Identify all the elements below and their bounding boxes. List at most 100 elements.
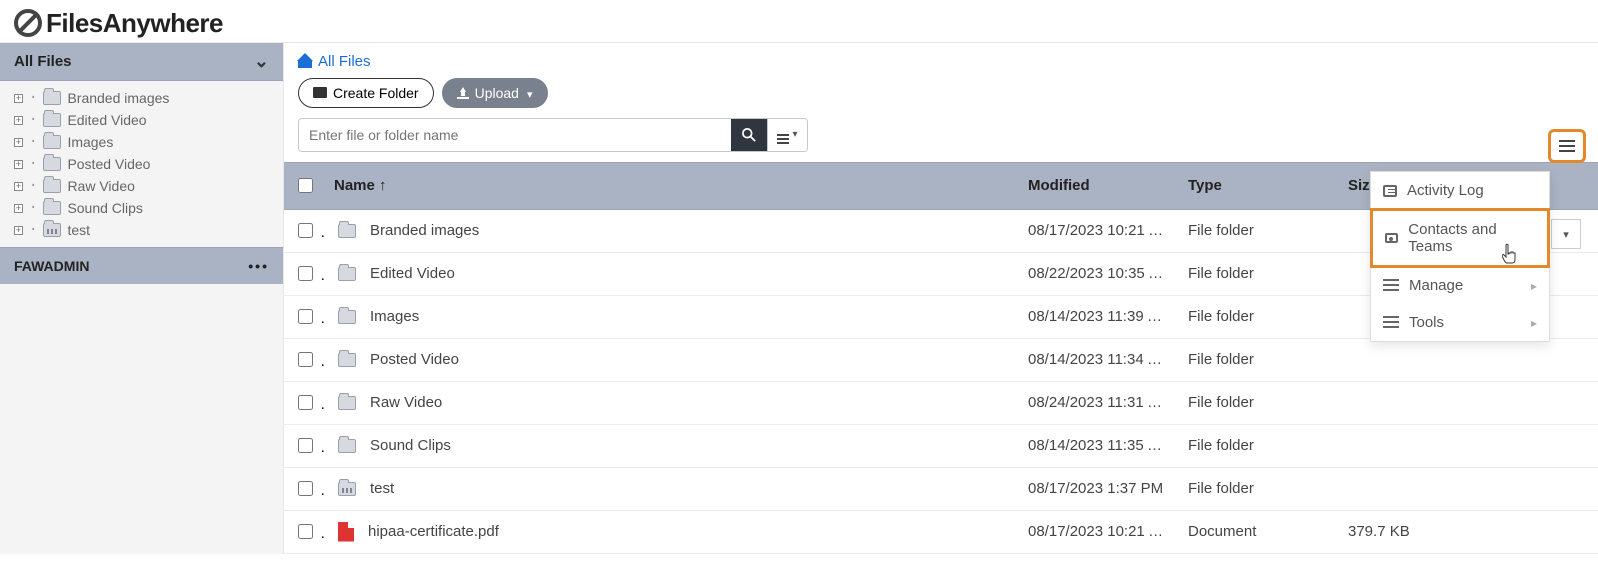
row-checkbox[interactable] <box>298 524 313 539</box>
more-icon[interactable]: ••• <box>248 258 269 274</box>
expand-icon[interactable]: + <box>14 116 23 125</box>
file-modified: 08/17/2023 10:21 AM <box>1018 510 1178 553</box>
tree-item[interactable]: +·Sound Clips <box>6 197 283 219</box>
expand-icon[interactable]: + <box>14 138 23 147</box>
row-checkbox[interactable] <box>298 309 313 324</box>
menu-dropdown: Activity Log Contacts and Teams Manage ▸… <box>1370 171 1550 342</box>
folder-icon <box>43 91 61 105</box>
table-row[interactable]: hipaa-certificate.pdf 08/17/2023 10:21 AM… <box>284 510 1598 553</box>
columns-dropdown-button[interactable]: ▾ <box>1551 219 1581 249</box>
file-modified: 08/22/2023 10:35 AM <box>1018 252 1178 295</box>
tree-item[interactable]: +·Posted Video <box>6 153 283 175</box>
col-name-label: Name <box>334 177 375 194</box>
select-all-checkbox[interactable] <box>298 178 313 193</box>
upload-button[interactable]: Upload <box>442 78 548 108</box>
column-modified-header[interactable]: Modified <box>1018 162 1178 209</box>
sidebar-admin[interactable]: FAWADMIN ••• <box>0 247 283 284</box>
list-icon <box>1383 279 1399 293</box>
tree-item-label: Posted Video <box>67 156 150 172</box>
tree-item[interactable]: +·Branded images <box>6 87 283 109</box>
folder-icon <box>338 353 356 367</box>
row-checkbox[interactable] <box>298 438 313 453</box>
file-size <box>1338 338 1598 381</box>
brand-logo: FilesAnywhere <box>14 8 223 39</box>
expand-icon[interactable]: + <box>14 226 23 235</box>
select-all-header[interactable] <box>284 162 324 209</box>
file-size: 379.7 KB <box>1338 510 1598 553</box>
tree-item-label: Edited Video <box>67 112 146 128</box>
app-header: FilesAnywhere <box>0 0 1598 42</box>
submenu-arrow-icon: ▸ <box>1531 279 1537 293</box>
file-modified: 08/24/2023 11:31 AM <box>1018 381 1178 424</box>
tree-connector: · <box>29 90 37 106</box>
folder-icon <box>43 135 61 149</box>
main-panel: All Files Create Folder Upload <box>283 43 1598 554</box>
filter-button[interactable]: ▾ <box>767 119 807 151</box>
row-checkbox[interactable] <box>298 223 313 238</box>
file-size <box>1338 467 1598 510</box>
table-row[interactable]: test 08/17/2023 1:37 PMFile folder <box>284 467 1598 510</box>
table-row[interactable]: Raw Video08/24/2023 11:31 AMFile folder <box>284 381 1598 424</box>
caret-down-icon <box>525 85 533 101</box>
tree-item-label: Raw Video <box>67 178 134 194</box>
sort-asc-icon: ↑ <box>379 177 387 194</box>
expand-icon[interactable]: + <box>14 160 23 169</box>
tree-item[interactable]: +·test <box>6 219 283 241</box>
search-row: ▾ <box>284 118 1598 162</box>
menu-contacts-teams[interactable]: Contacts and Teams <box>1370 208 1550 268</box>
tree-item[interactable]: + · Images <box>6 131 283 153</box>
folder-icon <box>338 396 356 410</box>
file-modified: 08/17/2023 10:21 AM <box>1018 209 1178 252</box>
file-name: test <box>370 480 394 497</box>
folder-icon <box>338 224 356 238</box>
file-modified: 08/17/2023 1:37 PM <box>1018 467 1178 510</box>
row-checkbox[interactable] <box>298 266 313 281</box>
file-type: File folder <box>1178 295 1338 338</box>
tree-item[interactable]: +·Edited Video <box>6 109 283 131</box>
row-checkbox[interactable] <box>298 481 313 496</box>
expand-icon[interactable]: + <box>14 204 23 213</box>
tree-item-label: Images <box>67 134 113 150</box>
file-name: Images <box>370 308 419 325</box>
search-button[interactable] <box>731 119 767 151</box>
table-row[interactable]: Posted Video08/14/2023 11:34 AMFile fold… <box>284 338 1598 381</box>
menu-tools[interactable]: Tools ▸ <box>1371 304 1549 341</box>
file-size <box>1338 424 1598 467</box>
file-name: Branded images <box>370 222 479 239</box>
menu-activity-log[interactable]: Activity Log <box>1371 172 1549 209</box>
pdf-icon <box>338 522 354 542</box>
menu-manage[interactable]: Manage ▸ <box>1371 267 1549 304</box>
file-modified: 08/14/2023 11:35 AM <box>1018 424 1178 467</box>
file-modified: 08/14/2023 11:34 AM <box>1018 338 1178 381</box>
contacts-icon <box>1385 233 1398 243</box>
folder-icon <box>43 157 61 171</box>
file-name: hipaa-certificate.pdf <box>368 523 499 540</box>
search-icon <box>742 128 756 142</box>
chart-folder-icon <box>43 223 61 237</box>
file-type: File folder <box>1178 467 1338 510</box>
tree-item[interactable]: +·Raw Video <box>6 175 283 197</box>
row-checkbox[interactable] <box>298 352 313 367</box>
folder-plus-icon <box>313 87 327 98</box>
action-bar: Create Folder Upload <box>284 78 1598 118</box>
brand-name: FilesAnywhere <box>46 8 223 39</box>
column-type-header[interactable]: Type <box>1178 162 1338 209</box>
expand-icon[interactable]: + <box>14 94 23 103</box>
table-row[interactable]: Sound Clips08/14/2023 11:35 AMFile folde… <box>284 424 1598 467</box>
list-icon <box>1383 316 1399 330</box>
menu-button[interactable] <box>1548 129 1586 163</box>
expand-icon[interactable]: + <box>14 182 23 191</box>
sidebar-admin-label: FAWADMIN <box>14 258 89 274</box>
sidebar-all-files[interactable]: All Files ⌄ <box>0 43 283 81</box>
tree-connector: · <box>29 134 37 150</box>
file-name: Raw Video <box>370 394 442 411</box>
file-size <box>1338 381 1598 424</box>
row-checkbox[interactable] <box>298 395 313 410</box>
home-icon <box>298 56 312 68</box>
search-input[interactable] <box>299 119 731 151</box>
create-folder-button[interactable]: Create Folder <box>298 78 434 108</box>
file-type: File folder <box>1178 424 1338 467</box>
breadcrumb-home[interactable]: All Files <box>298 53 371 70</box>
filter-icon <box>777 127 789 143</box>
column-name-header[interactable]: Name ↑ <box>324 162 1018 209</box>
